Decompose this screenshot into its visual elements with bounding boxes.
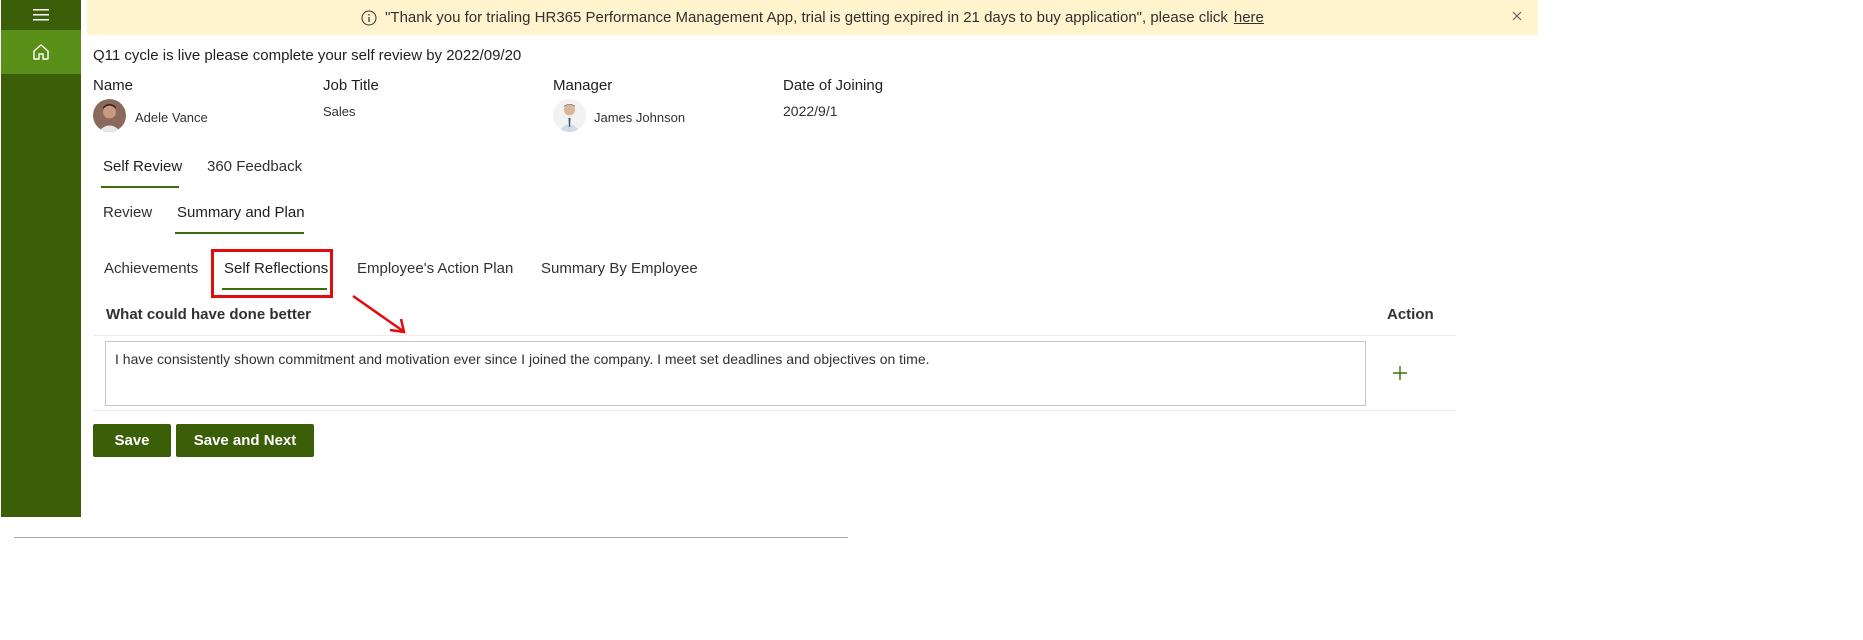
- plus-icon: [1393, 366, 1407, 380]
- home-button[interactable]: [1, 30, 81, 74]
- job-title-value: Sales: [323, 104, 356, 119]
- manager-label: Manager: [553, 77, 613, 94]
- hamburger-icon: [33, 9, 49, 21]
- tab-employee-action-plan[interactable]: Employee's Action Plan: [357, 260, 513, 277]
- cycle-notice: Q11 cycle is live please complete your s…: [93, 47, 522, 64]
- banner-link[interactable]: here: [1234, 9, 1264, 26]
- avatar: [93, 99, 126, 132]
- tab-summary-and-plan[interactable]: Summary and Plan: [177, 204, 305, 221]
- annotation-arrow-icon: [352, 294, 406, 334]
- reflection-textarea[interactable]: I have consistently shown commitment and…: [105, 341, 1366, 406]
- column-header-question: What could have done better: [106, 306, 312, 323]
- info-icon: [361, 10, 377, 26]
- table-header-divider: [93, 335, 1456, 336]
- tab-360-feedback[interactable]: 360 Feedback: [207, 158, 302, 175]
- close-icon[interactable]: [1510, 9, 1524, 23]
- tab-achievements[interactable]: Achievements: [104, 260, 198, 277]
- manager-avatar: [553, 99, 586, 132]
- banner-message: "Thank you for trialing HR365 Performanc…: [385, 9, 1228, 26]
- job-title-label: Job Title: [323, 77, 379, 94]
- tab-summary-underline: [175, 232, 304, 234]
- left-sidebar: [1, 0, 81, 517]
- trial-banner: "Thank you for trialing HR365 Performanc…: [87, 0, 1538, 35]
- home-icon: [33, 44, 49, 60]
- menu-button[interactable]: [1, 0, 81, 30]
- name-label: Name: [93, 77, 134, 94]
- manager-name: James Johnson: [594, 110, 686, 125]
- annotation-highlight-box: [211, 249, 333, 298]
- doj-label: Date of Joining: [783, 77, 884, 94]
- tab-summary-by-employee[interactable]: Summary By Employee: [541, 260, 698, 277]
- add-row-button[interactable]: [1389, 362, 1411, 384]
- doj-value: 2022/9/1: [783, 103, 838, 119]
- save-and-next-button[interactable]: Save and Next: [176, 424, 314, 457]
- save-button[interactable]: Save: [93, 424, 171, 457]
- tab-self-review-underline: [101, 186, 179, 188]
- tab-self-review[interactable]: Self Review: [103, 158, 182, 175]
- table-row-divider: [93, 410, 1456, 411]
- employee-name: Adele Vance: [135, 110, 208, 125]
- bottom-divider: [14, 537, 848, 538]
- column-header-action: Action: [1387, 306, 1434, 323]
- tab-review[interactable]: Review: [103, 204, 152, 221]
